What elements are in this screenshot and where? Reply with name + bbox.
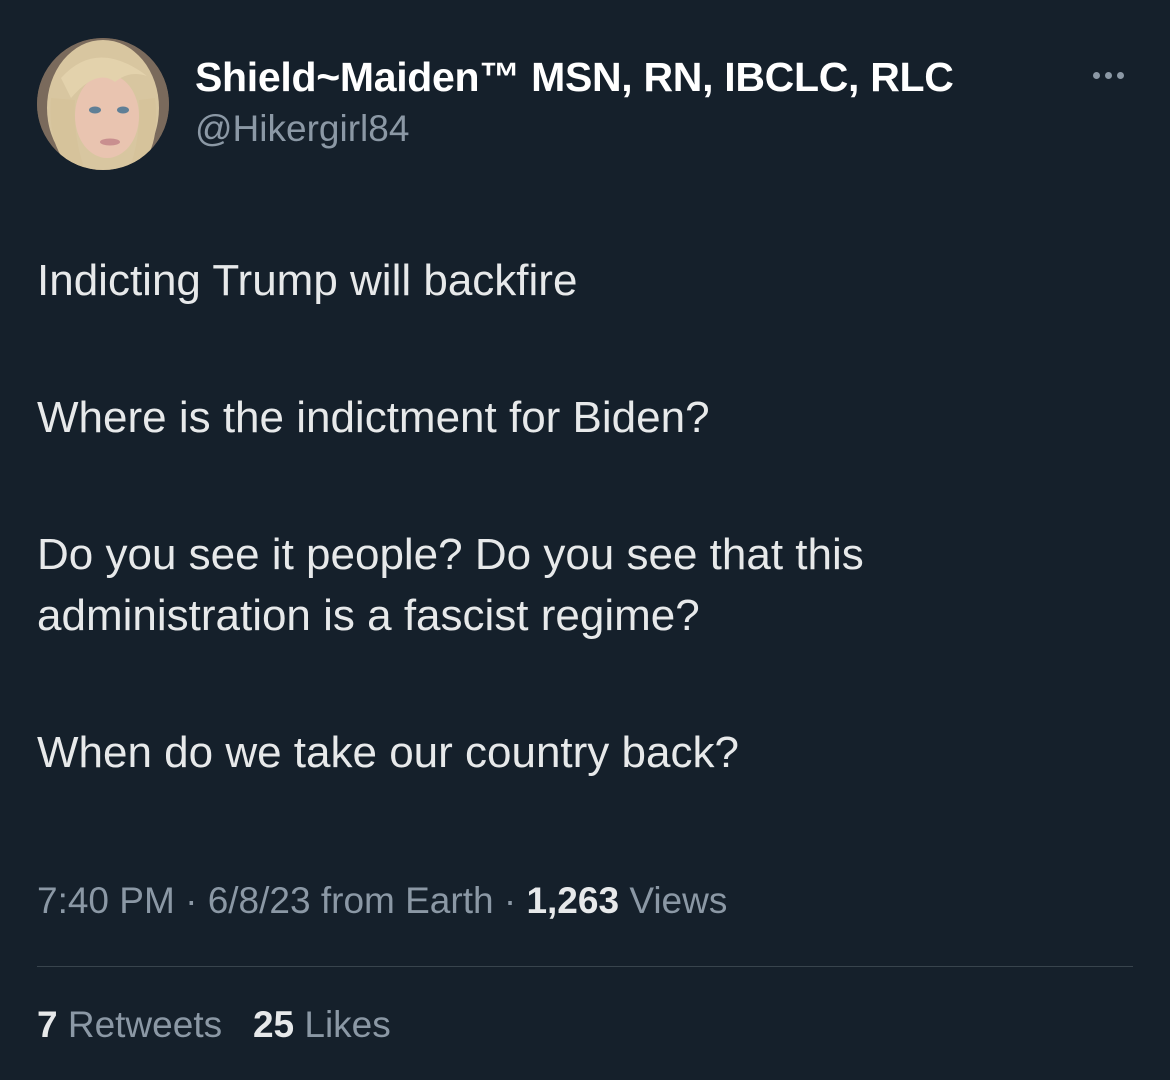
separator: · xyxy=(493,880,527,921)
avatar-image xyxy=(37,38,169,170)
tweet: Shield~Maiden™ MSN, RN, IBCLC, RLC @Hike… xyxy=(0,0,1170,1080)
ellipsis-icon[interactable] xyxy=(1080,58,1136,92)
tweet-date[interactable]: 6/8/23 xyxy=(208,880,311,921)
tweet-source: from Earth xyxy=(320,880,494,921)
views-count[interactable]: 1,263 xyxy=(526,880,619,921)
tweet-body: Indicting Trump will backfire Where is t… xyxy=(37,250,1127,783)
views-label[interactable]: Views xyxy=(629,880,727,921)
user-handle[interactable]: @Hikergirl84 xyxy=(195,108,409,150)
avatar[interactable] xyxy=(37,38,169,170)
tweet-paragraph: Where is the indictment for Biden? xyxy=(37,393,710,442)
separator: · xyxy=(174,880,208,921)
retweets-stat[interactable]: 7 Retweets xyxy=(37,1004,222,1045)
engagement-stats: 7 Retweets 25 Likes xyxy=(37,1004,391,1046)
likes-stat[interactable]: 25 Likes xyxy=(253,1004,391,1045)
tweet-time[interactable]: 7:40 PM xyxy=(37,880,175,921)
tweet-paragraph: Do you see it people? Do you see that th… xyxy=(37,530,864,640)
ellipsis-dot xyxy=(1092,71,1100,79)
ellipsis-dot xyxy=(1104,71,1112,79)
retweets-count: 7 xyxy=(37,1004,58,1045)
likes-label: Likes xyxy=(304,1004,391,1045)
display-name[interactable]: Shield~Maiden™ MSN, RN, IBCLC, RLC xyxy=(195,54,954,101)
tweet-metadata: 7:40 PM · 6/8/23 from Earth · 1,263 View… xyxy=(37,880,727,922)
divider xyxy=(37,966,1133,967)
ellipsis-dot xyxy=(1116,71,1124,79)
tweet-paragraph: When do we take our country back? xyxy=(37,728,739,777)
retweets-label: Retweets xyxy=(67,1004,223,1045)
tweet-paragraph: Indicting Trump will backfire xyxy=(37,256,578,305)
likes-count: 25 xyxy=(252,1004,295,1045)
